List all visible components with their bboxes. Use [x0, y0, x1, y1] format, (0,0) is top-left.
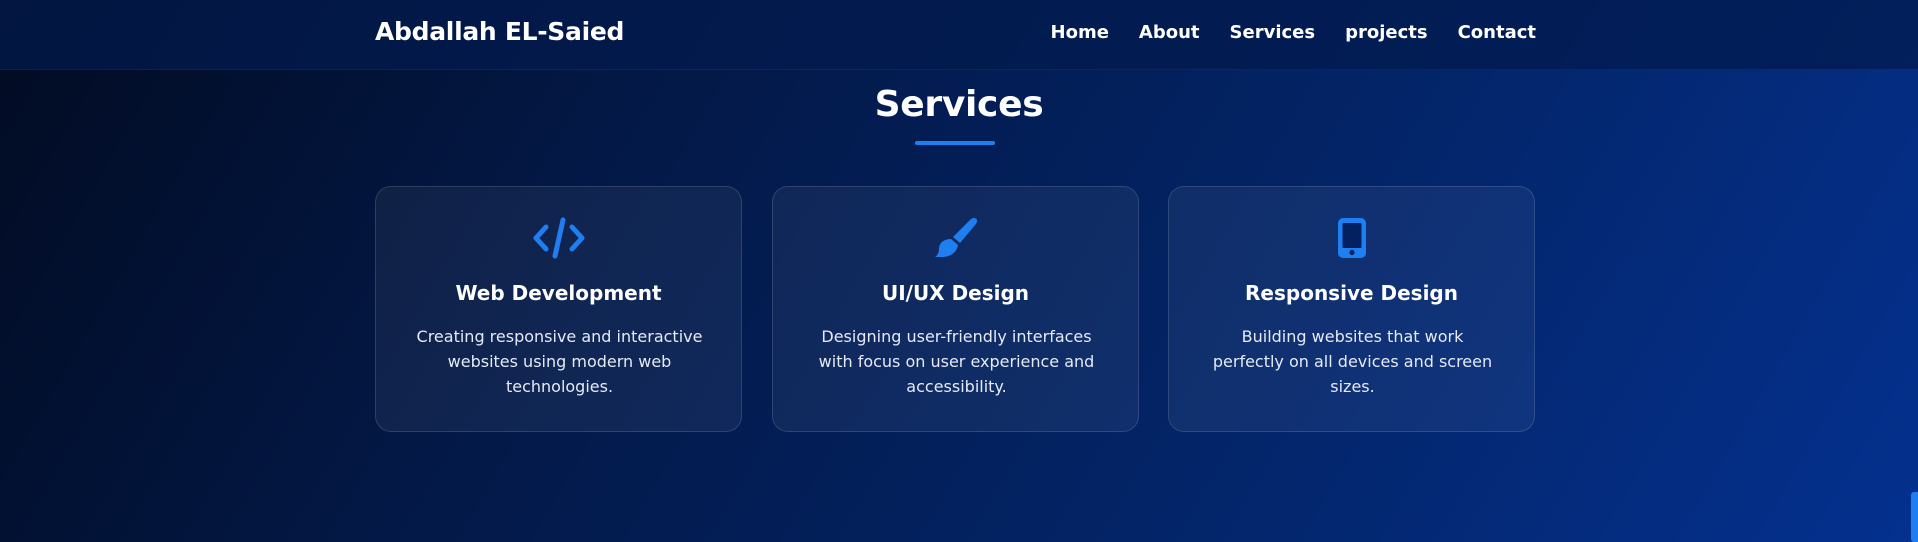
service-card-web-development[interactable]: Web Development Creating responsive and …	[375, 186, 742, 432]
code-icon	[376, 214, 741, 262]
service-card-ui-ux-design[interactable]: UI/UX Design Designing user-friendly int…	[772, 186, 1139, 432]
nav-link-home[interactable]: Home	[1051, 22, 1109, 43]
nav-link-services[interactable]: Services	[1230, 22, 1316, 43]
nav-link-about[interactable]: About	[1139, 22, 1200, 43]
nav-link-contact[interactable]: Contact	[1458, 22, 1536, 43]
service-card-responsive-design[interactable]: Responsive Design Building websites that…	[1168, 186, 1535, 432]
card-description: Creating responsive and interactive webs…	[416, 327, 703, 396]
navbar: Abdallah EL-Saied Home About Services pr…	[0, 0, 1918, 70]
brand-logo[interactable]: Abdallah EL-Saied	[375, 17, 624, 46]
card-description: Designing user-friendly interfaces with …	[818, 327, 1095, 396]
section-title: Services	[874, 84, 1044, 125]
card-title: Web Development	[455, 281, 662, 305]
card-description: Building websites that work perfectly on…	[1212, 327, 1493, 396]
nav-link-projects[interactable]: projects	[1345, 22, 1428, 43]
card-title: Responsive Design	[1245, 281, 1458, 305]
card-title: UI/UX Design	[881, 281, 1030, 305]
nav-links: Home About Services projects Contact	[1051, 22, 1536, 43]
title-underline	[915, 141, 995, 145]
paint-brush-icon	[773, 214, 1138, 262]
mobile-phone-icon	[1169, 214, 1534, 262]
scrollbar-thumb[interactable]	[1911, 492, 1918, 542]
